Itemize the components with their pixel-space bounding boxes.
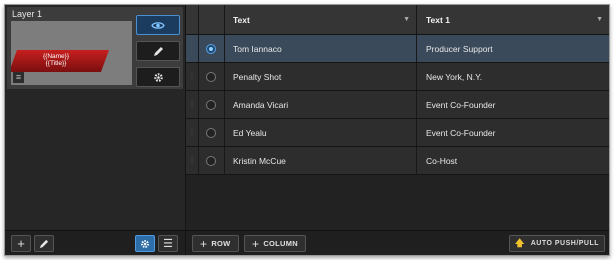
cell-text[interactable]: Penalty Shot	[225, 63, 417, 90]
add-column-button[interactable]: + COLUMN	[244, 235, 307, 252]
row-select-radio[interactable]	[206, 127, 216, 138]
plus-icon: +	[17, 236, 25, 251]
cell-text[interactable]: Tom Iannaco	[225, 35, 417, 62]
row-select-radio[interactable]	[206, 71, 216, 82]
data-table: Text ▼ Text 1 ▼ ⁞ Tom Iannaco Producer S…	[186, 5, 609, 230]
arrow-up-icon: 🡅	[514, 237, 525, 248]
cell-text1[interactable]: Event Co-Founder	[418, 91, 609, 118]
cell-text[interactable]: Kristin McCue	[225, 147, 417, 174]
chevron-down-icon[interactable]: ▼	[403, 16, 410, 23]
layers-toolbar: + ☰	[5, 230, 185, 255]
plus-icon: +	[200, 236, 208, 251]
pencil-icon	[39, 239, 49, 248]
add-layer-button[interactable]: +	[11, 235, 31, 252]
row-select-radio[interactable]	[206, 99, 216, 110]
chevron-down-icon[interactable]: ▼	[596, 16, 603, 23]
table-toolbar: + ROW + COLUMN 🡅 AUTO PUSH/PULL	[186, 230, 609, 255]
table-row[interactable]: ⁞ Tom Iannaco Producer Support	[186, 35, 609, 63]
gear-icon	[141, 239, 149, 248]
layer-thumbnail[interactable]: {{Name}} {{Title}} ≡	[11, 21, 132, 85]
thumbnail-line-title: {{Title}}	[45, 60, 67, 67]
edit-button[interactable]	[34, 235, 54, 252]
row-select-radio[interactable]	[206, 43, 216, 54]
visibility-button[interactable]	[136, 15, 180, 35]
cell-text1[interactable]: New York, N.Y.	[418, 63, 609, 90]
plus-icon: +	[252, 236, 260, 251]
column-header-text1[interactable]: Text 1 ▼	[418, 5, 609, 34]
table-row[interactable]: ⁞ Ed Yealu Event Co-Founder	[186, 119, 609, 147]
cell-text[interactable]: Ed Yealu	[225, 119, 417, 146]
layers-panel: Layer 1 {{Name}} {{Title}} ≡ + ☰	[5, 5, 186, 255]
cell-text1[interactable]: Event Co-Founder	[418, 119, 609, 146]
cell-text1[interactable]: Co-Host	[418, 147, 609, 174]
table-row[interactable]: ⁞ Penalty Shot New York, N.Y.	[186, 63, 609, 91]
table-row[interactable]: ⁞ Amanda Vicari Event Co-Founder	[186, 91, 609, 119]
add-row-button[interactable]: + ROW	[192, 235, 239, 252]
gear-icon	[153, 72, 163, 82]
grid-view-button[interactable]	[135, 235, 155, 252]
row-select-radio[interactable]	[206, 155, 216, 166]
thumbnail-line-name: {{Name}}	[42, 53, 70, 60]
layer-title: Layer 1	[12, 9, 43, 19]
thumbnail-menu-icon[interactable]: ≡	[13, 72, 24, 83]
table-header: Text ▼ Text 1 ▼	[186, 5, 609, 35]
cell-text[interactable]: Amanda Vicari	[225, 91, 417, 118]
column-header-text[interactable]: Text ▼	[225, 5, 417, 34]
list-view-button[interactable]: ☰	[158, 235, 178, 252]
cell-text1[interactable]: Producer Support	[418, 35, 609, 62]
pencil-icon	[153, 46, 163, 56]
layer-settings-button[interactable]	[136, 67, 180, 87]
layer-card[interactable]: Layer 1 {{Name}} {{Title}} ≡	[7, 7, 183, 89]
list-icon: ☰	[163, 238, 173, 250]
title-editor-window: Layer 1 {{Name}} {{Title}} ≡ + ☰ Text ▼ …	[4, 4, 610, 256]
thumbnail-text: {{Name}} {{Title}}	[37, 53, 75, 67]
eye-icon	[151, 21, 165, 29]
table-row[interactable]: ⁞ Kristin McCue Co-Host	[186, 147, 609, 175]
auto-push-pull-button[interactable]: 🡅 AUTO PUSH/PULL	[509, 235, 605, 252]
edit-layer-button[interactable]	[136, 41, 180, 61]
